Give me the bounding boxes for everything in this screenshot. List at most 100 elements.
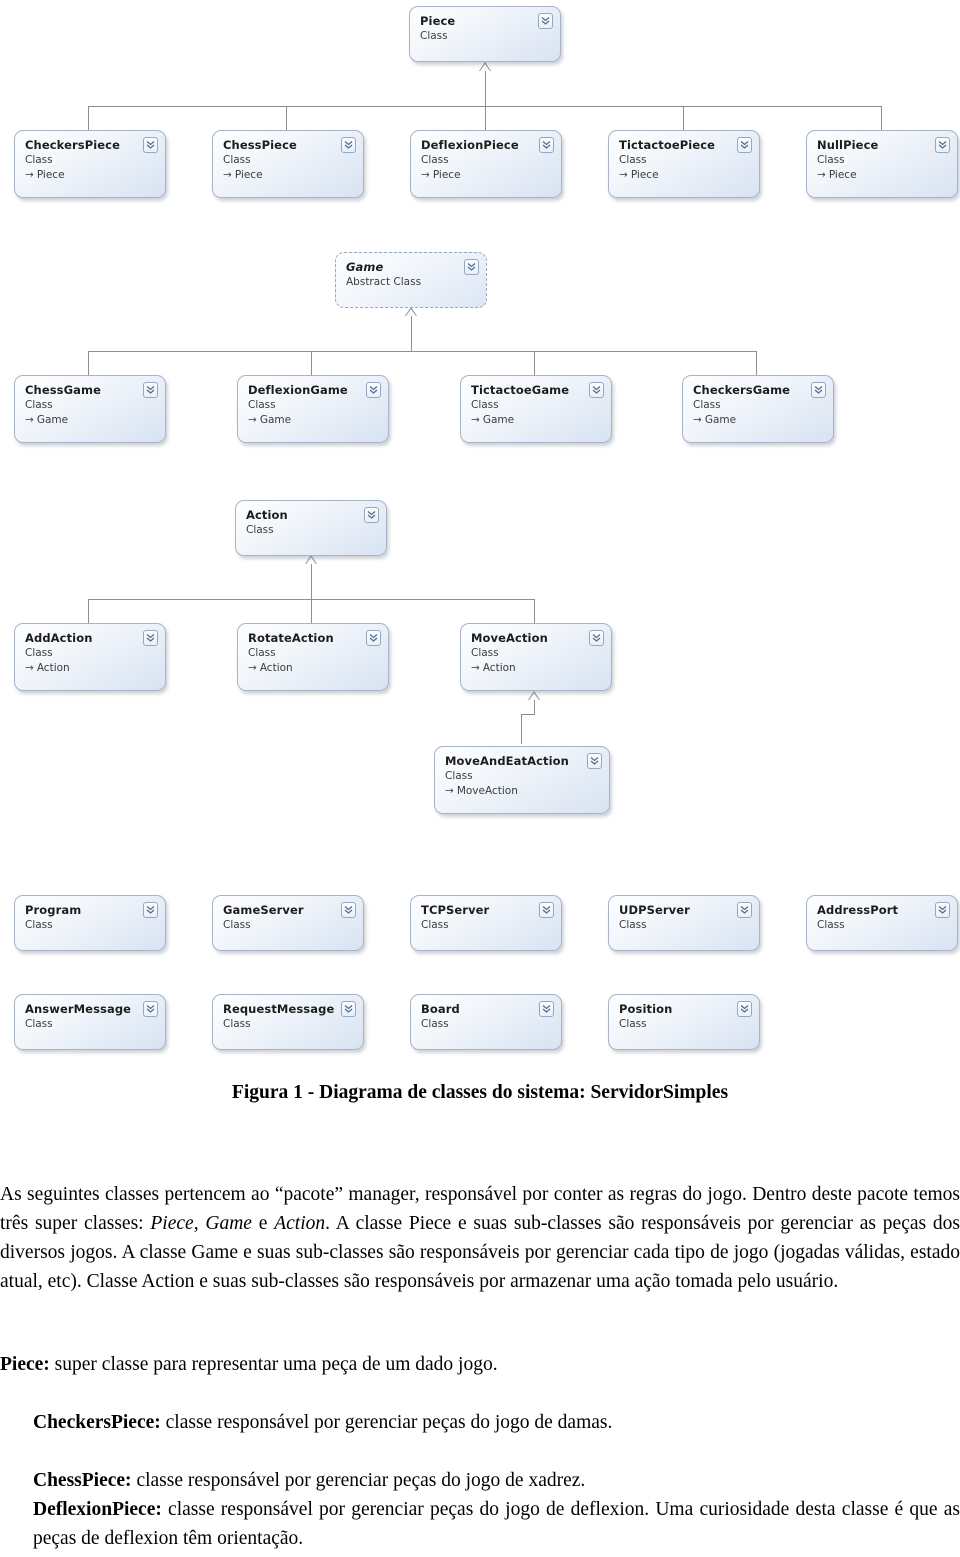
inheritance-arrow-icon: → [471, 662, 480, 674]
class-box-chesspiece[interactable]: ChessPiece Class → Piece [212, 130, 364, 198]
chevron-double-down-icon[interactable] [538, 13, 553, 29]
class-name: UDPServer [619, 903, 690, 917]
class-name: RequestMessage [223, 1002, 335, 1016]
chevron-double-down-icon[interactable] [811, 382, 826, 398]
chevron-double-down-icon[interactable] [364, 507, 379, 523]
class-box-chessgame[interactable]: ChessGame Class → Game [14, 375, 166, 443]
chevron-double-down-icon[interactable] [539, 137, 554, 153]
class-box-board[interactable]: Board Class [410, 994, 562, 1050]
class-box-tcpserver[interactable]: TCPServer Class [410, 895, 562, 951]
class-box-udpserver[interactable]: UDPServer Class [608, 895, 760, 951]
chevron-double-down-icon[interactable] [464, 259, 479, 275]
class-name: AddressPort [817, 903, 899, 917]
chevron-double-down-icon[interactable] [935, 902, 950, 918]
class-name: RotateAction [248, 631, 334, 645]
class-box-addaction[interactable]: AddAction Class → Action [14, 623, 166, 691]
term-chesspiece: ChessPiece: [33, 1470, 132, 1491]
inheritance-arrow-icon: → [693, 414, 702, 426]
class-box-moveandeataction[interactable]: MoveAndEatAction Class → MoveAction [434, 746, 610, 814]
glossary-entry-chesspiece: ChessPiece: classe responsável por geren… [33, 1466, 960, 1495]
connector-game-drop-1 [88, 351, 89, 375]
class-diagram: Piece Class CheckersPiece Class → Piece C… [0, 0, 960, 1070]
class-name: AnswerMessage [25, 1002, 132, 1016]
base-class-name: Piece [36, 169, 65, 181]
inheritance-arrow-icon: → [817, 169, 826, 181]
class-box-position[interactable]: Position Class [608, 994, 760, 1050]
chevron-double-down-icon[interactable] [341, 902, 356, 918]
chevron-double-down-icon[interactable] [366, 630, 381, 646]
class-stereotype: Class [619, 154, 647, 166]
base-class-name: Game [704, 414, 737, 426]
chevron-double-down-icon[interactable] [366, 382, 381, 398]
class-base: → MoveAction [445, 784, 599, 798]
connector-action-drop-1 [88, 599, 89, 623]
class-stereotype: Class [420, 30, 448, 42]
class-name: GameServer [223, 903, 304, 917]
class-name: Piece [420, 14, 456, 28]
chevron-double-down-icon[interactable] [589, 630, 604, 646]
chevron-double-down-icon[interactable] [737, 137, 752, 153]
class-box-requestmessage[interactable]: RequestMessage Class [212, 994, 364, 1050]
chevron-double-down-icon[interactable] [143, 382, 158, 398]
connector-game-drop-3 [534, 351, 535, 375]
desc-chesspiece: classe responsável por gerenciar peças d… [131, 1470, 586, 1491]
class-box-deflexiongame[interactable]: DeflexionGame Class → Game [237, 375, 389, 443]
base-class-name: Piece [234, 169, 263, 181]
term-deflexionpiece: DeflexionPiece: [33, 1499, 162, 1520]
class-stereotype: Class [246, 524, 274, 536]
chevron-double-down-icon[interactable] [587, 753, 602, 769]
connector-piece-drop-2 [286, 106, 287, 130]
class-stereotype: Abstract Class [346, 276, 422, 288]
inheritance-arrow-icon: → [25, 414, 34, 426]
class-name: CheckersGame [693, 383, 791, 397]
connector-moveaction-stem [534, 700, 535, 714]
class-box-checkersgame[interactable]: CheckersGame Class → Game [682, 375, 834, 443]
intro-sep-2: e [251, 1213, 275, 1234]
class-box-piece[interactable]: Piece Class [409, 6, 561, 62]
class-box-program[interactable]: Program Class [14, 895, 166, 951]
class-box-rotateaction[interactable]: RotateAction Class → Action [237, 623, 389, 691]
class-stereotype: Class [223, 919, 251, 931]
inheritance-arrow-icon: → [445, 785, 454, 797]
base-class-name: Action [36, 662, 70, 674]
chevron-double-down-icon[interactable] [539, 902, 554, 918]
class-name: Program [25, 903, 82, 917]
class-box-deflexionpiece[interactable]: DeflexionPiece Class → Piece [410, 130, 562, 198]
class-box-gameserver[interactable]: GameServer Class [212, 895, 364, 951]
chevron-double-down-icon[interactable] [143, 137, 158, 153]
class-stereotype: Class [471, 399, 499, 411]
class-stereotype: Class [25, 154, 53, 166]
class-stereotype: Class [25, 1018, 53, 1030]
class-box-game[interactable]: Game Abstract Class [335, 252, 487, 308]
chevron-double-down-icon[interactable] [935, 137, 950, 153]
chevron-double-down-icon[interactable] [143, 902, 158, 918]
glossary-entry-piece: Piece: super classe para representar uma… [0, 1350, 960, 1379]
class-box-tictactoepiece[interactable]: TictactoePiece Class → Piece [608, 130, 760, 198]
figure-caption: Figura 1 - Diagrama de classes do sistem… [231, 1082, 729, 1103]
class-box-addressport[interactable]: AddressPort Class [806, 895, 958, 951]
connector-piece-drop-3 [485, 106, 486, 130]
class-base: → Piece [619, 168, 749, 182]
class-box-checkerspiece[interactable]: CheckersPiece Class → Piece [14, 130, 166, 198]
class-box-moveaction[interactable]: MoveAction Class → Action [460, 623, 612, 691]
class-box-nullpiece[interactable]: NullPiece Class → Piece [806, 130, 958, 198]
chevron-double-down-icon[interactable] [341, 137, 356, 153]
chevron-double-down-icon[interactable] [589, 382, 604, 398]
class-stereotype: Class [248, 647, 276, 659]
class-base: → Piece [25, 168, 155, 182]
chevron-double-down-icon[interactable] [143, 1001, 158, 1017]
inheritance-arrow-icon: → [421, 169, 430, 181]
chevron-double-down-icon[interactable] [341, 1001, 356, 1017]
class-box-tictactoegame[interactable]: TictactoeGame Class → Game [460, 375, 612, 443]
chevron-double-down-icon[interactable] [539, 1001, 554, 1017]
class-stereotype: Class [25, 647, 53, 659]
chevron-double-down-icon[interactable] [737, 1001, 752, 1017]
class-stereotype: Class [223, 1018, 251, 1030]
class-box-action[interactable]: Action Class [235, 500, 387, 556]
chevron-double-down-icon[interactable] [143, 630, 158, 646]
connector-moveaction-drop [521, 714, 522, 744]
class-box-answermessage[interactable]: AnswerMessage Class [14, 994, 166, 1050]
class-stereotype: Class [817, 919, 845, 931]
chevron-double-down-icon[interactable] [737, 902, 752, 918]
class-stereotype: Class [817, 154, 845, 166]
